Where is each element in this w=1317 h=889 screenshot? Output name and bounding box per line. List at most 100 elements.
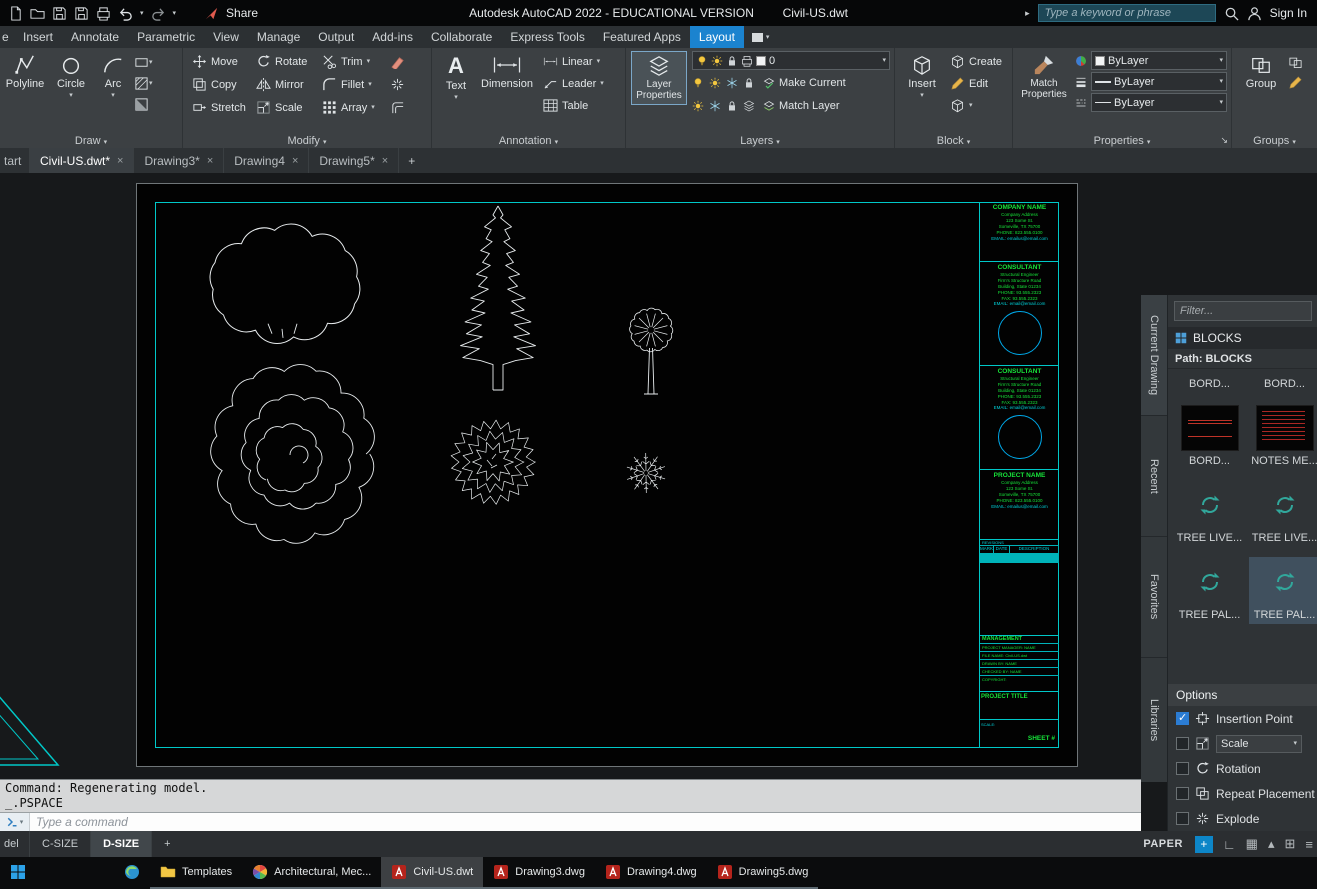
- tab-model-partial[interactable]: del: [0, 831, 30, 857]
- layer-isolate-icon[interactable]: [709, 77, 721, 89]
- signin-person-icon[interactable]: [1247, 6, 1262, 21]
- tab-start-partial[interactable]: tart: [0, 148, 30, 173]
- table-button[interactable]: Table: [540, 95, 607, 116]
- ribbon-display-toggle[interactable]: ▾: [744, 26, 778, 48]
- group-button[interactable]: Group: [1238, 51, 1284, 90]
- search-icon[interactable]: [1224, 6, 1239, 21]
- tree-blocks-drawing[interactable]: [137, 184, 1079, 768]
- undo-caret-icon[interactable]: ▾: [140, 10, 144, 17]
- rotation-checkbox[interactable]: [1176, 762, 1189, 775]
- taskbar-civil-us[interactable]: Civil-US.dwt: [381, 857, 483, 889]
- explode-checkbox[interactable]: [1176, 812, 1189, 825]
- panel-title-block[interactable]: Block ▾: [895, 135, 1012, 147]
- tab-drawing4[interactable]: Drawing4×: [224, 148, 309, 173]
- command-history[interactable]: Command: Regenerating model. _.PSPACE: [0, 779, 1141, 813]
- close-icon[interactable]: ×: [117, 155, 123, 167]
- match-layer-button[interactable]: Match Layer: [760, 95, 843, 116]
- palette-tab-libraries[interactable]: Libraries: [1141, 658, 1167, 782]
- plot-icon[interactable]: [96, 6, 111, 21]
- layer-freeze-icon[interactable]: [726, 77, 738, 89]
- taskbar-architectural[interactable]: Architectural, Mec...: [242, 857, 381, 889]
- scale-checkbox[interactable]: [1176, 737, 1189, 750]
- close-icon[interactable]: ×: [292, 155, 298, 167]
- open-file-icon[interactable]: [30, 6, 45, 21]
- make-current-button[interactable]: Make Current: [760, 72, 849, 93]
- linetype-dropdown[interactable]: ByLayer▾: [1091, 93, 1227, 112]
- layer-lock-fade-icon[interactable]: [726, 100, 738, 112]
- palette-tab-favorites[interactable]: Favorites: [1141, 537, 1167, 658]
- insertion-point-checkbox[interactable]: [1176, 712, 1189, 725]
- block-item[interactable]: NOTES ME...: [1249, 403, 1317, 470]
- layer-off-icon[interactable]: [692, 77, 704, 89]
- explode-button[interactable]: [387, 74, 417, 95]
- match-properties-button[interactable]: Match Properties: [1018, 51, 1070, 100]
- layer-on-bulb-icon[interactable]: [696, 55, 708, 67]
- panel-title-modify[interactable]: Modify ▾: [183, 135, 431, 147]
- layer-plot-icon[interactable]: [741, 55, 753, 67]
- new-drawing-button[interactable]: +: [399, 148, 424, 173]
- copy-button[interactable]: Copy: [189, 74, 253, 95]
- panel-title-layers[interactable]: Layers ▾: [626, 135, 894, 147]
- layer-walk-icon[interactable]: [743, 100, 755, 112]
- signin-label[interactable]: Sign In: [1270, 6, 1307, 20]
- command-input[interactable]: Type a command: [30, 815, 128, 829]
- block-item[interactable]: TREE LIVE...: [1249, 480, 1317, 547]
- layer-unlock-icon[interactable]: [743, 77, 755, 89]
- ungroup-icon[interactable]: [1288, 55, 1303, 70]
- share-icon[interactable]: [204, 6, 219, 21]
- scale-button[interactable]: Scale: [253, 97, 319, 118]
- polyline-button[interactable]: Polyline: [2, 51, 48, 90]
- grid-status-icon[interactable]: ▦: [1246, 836, 1258, 852]
- tab-output[interactable]: Output: [309, 26, 363, 48]
- new-layout-button[interactable]: +: [152, 831, 182, 857]
- tab-express-tools[interactable]: Express Tools: [501, 26, 593, 48]
- panel-title-properties[interactable]: Properties ▾: [1013, 135, 1231, 147]
- rotate-button[interactable]: Rotate: [253, 51, 319, 72]
- taskbar-drawing5[interactable]: Drawing5.dwg: [707, 857, 819, 889]
- paper-space-toggle[interactable]: PAPER: [1143, 838, 1183, 850]
- layer-thaw-all-icon[interactable]: [709, 100, 721, 112]
- layer-lock-icon[interactable]: [726, 55, 738, 67]
- tab-annotate[interactable]: Annotate: [62, 26, 128, 48]
- tab-civil-us[interactable]: Civil-US.dwt*×: [30, 148, 134, 173]
- taskbar-drawing4[interactable]: Drawing4.dwg: [595, 857, 707, 889]
- layer-unisolate-icon[interactable]: [692, 100, 704, 112]
- layer-properties-button[interactable]: Layer Properties: [631, 51, 687, 105]
- tab-layout[interactable]: Layout: [690, 26, 744, 48]
- drawing-canvas[interactable]: COMPANY NAME Company Address 123 Some St…: [0, 173, 1317, 779]
- panel-title-annotation[interactable]: Annotation ▾: [432, 135, 625, 147]
- close-icon[interactable]: ×: [382, 155, 388, 167]
- erase-button[interactable]: [387, 51, 417, 72]
- tab-manage[interactable]: Manage: [248, 26, 309, 48]
- command-prompt-icon[interactable]: ▾: [0, 813, 30, 831]
- option-repeat-placement[interactable]: Repeat Placement: [1168, 781, 1317, 806]
- expand-search-icon[interactable]: ▸: [1025, 9, 1030, 18]
- redo-caret-icon[interactable]: ▾: [173, 10, 177, 17]
- edit-block-button[interactable]: Edit: [947, 73, 1005, 94]
- tab-drawing3[interactable]: Drawing3*×: [134, 148, 224, 173]
- linear-button[interactable]: Linear▾: [540, 51, 607, 72]
- arc-button[interactable]: Arc▾: [94, 51, 132, 99]
- save-as-icon[interactable]: [74, 6, 89, 21]
- block-item-selected[interactable]: TREE PAL...: [1249, 557, 1317, 624]
- block-attributes-button[interactable]: ▾: [947, 95, 1005, 116]
- option-explode[interactable]: Explode: [1168, 806, 1317, 831]
- taskbar-edge[interactable]: [114, 857, 150, 889]
- close-icon[interactable]: ×: [207, 155, 213, 167]
- tab-collaborate[interactable]: Collaborate: [422, 26, 501, 48]
- object-color-dropdown[interactable]: ByLayer▾: [1091, 51, 1227, 70]
- redo-icon[interactable]: [151, 6, 166, 21]
- annotation-scale-icon[interactable]: ▴: [1268, 836, 1275, 852]
- isolate-objects-icon[interactable]: ⊞: [1285, 836, 1296, 852]
- block-item[interactable]: BORD...: [1249, 375, 1317, 393]
- tab-home-partial[interactable]: e: [0, 26, 14, 48]
- create-block-button[interactable]: Create: [947, 51, 1005, 72]
- blocks-filter-input[interactable]: [1174, 301, 1312, 321]
- group-edit-icon[interactable]: [1288, 75, 1303, 90]
- rectangle-tool-button[interactable]: ▾: [134, 55, 153, 70]
- share-label[interactable]: Share: [226, 6, 258, 20]
- options-header[interactable]: Options: [1168, 684, 1317, 706]
- stretch-button[interactable]: Stretch: [189, 97, 253, 118]
- repeat-placement-checkbox[interactable]: [1176, 787, 1189, 800]
- properties-dialog-launcher-icon[interactable]: ↘: [1220, 135, 1228, 146]
